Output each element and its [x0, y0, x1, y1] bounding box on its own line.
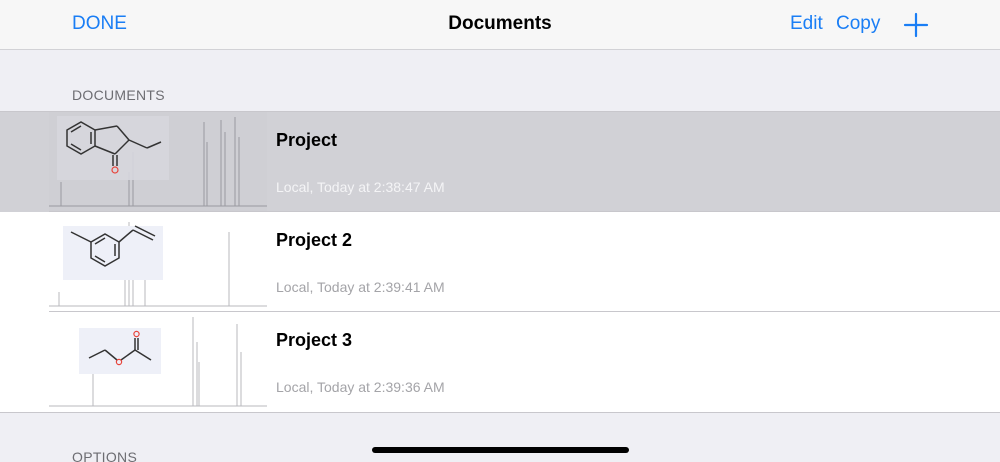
- indanone-spectrum-thumbnail: [49, 112, 267, 212]
- copy-button[interactable]: Copy: [836, 13, 880, 35]
- ethyl-acetate-spectrum-thumbnail: [49, 312, 267, 412]
- document-subtitle: Local, Today at 2:39:36 AM: [276, 379, 445, 395]
- document-row-project[interactable]: Project Local, Today at 2:38:47 AM: [0, 112, 1000, 212]
- document-title: Project: [276, 130, 338, 150]
- plus-icon[interactable]: [903, 12, 929, 38]
- document-row-project-3[interactable]: Project 3 Local, Today at 2:39:36 AM: [0, 312, 1000, 412]
- document-row-project-2[interactable]: Project 2 Local, Today at 2:39:41 AM: [0, 212, 1000, 312]
- document-title: Project 3: [276, 330, 353, 350]
- home-indicator[interactable]: [372, 447, 629, 453]
- edit-button[interactable]: Edit: [790, 13, 823, 35]
- done-button[interactable]: DONE: [72, 13, 127, 35]
- document-subtitle: Local, Today at 2:38:47 AM: [276, 179, 445, 195]
- document-subtitle: Local, Today at 2:39:41 AM: [276, 279, 445, 295]
- options-section-header: OPTIONS: [72, 449, 138, 462]
- page-title: Documents: [448, 13, 552, 34]
- styrene-spectrum-thumbnail: [49, 212, 267, 312]
- navigation-bar: DONE Documents Edit Copy: [0, 0, 1000, 50]
- document-title: Project 2: [276, 230, 353, 250]
- documents-section-header: DOCUMENTS: [72, 87, 165, 103]
- documents-list: Project Local, Today at 2:38:47 AM Proje…: [0, 111, 1000, 413]
